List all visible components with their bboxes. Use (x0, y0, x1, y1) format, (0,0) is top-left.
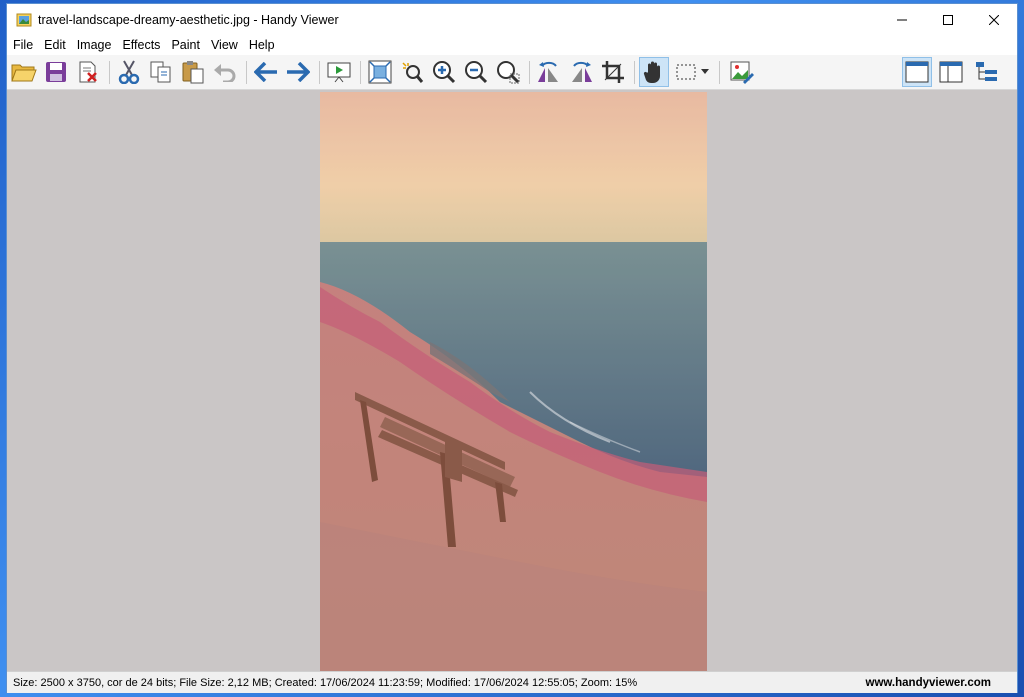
rotate-left-button[interactable] (534, 57, 564, 87)
zoom-out-button[interactable] (461, 57, 491, 87)
status-info: Size: 2500 x 3750, cor de 24 bits; File … (13, 676, 638, 689)
rect-select-icon (676, 64, 695, 80)
minimize-icon (897, 19, 907, 20)
undo-button[interactable] (210, 57, 240, 87)
paste-button[interactable] (178, 57, 208, 87)
crop-button[interactable] (598, 57, 628, 87)
cut-icon (118, 60, 140, 84)
next-arrow-icon (287, 62, 310, 82)
previous-arrow-icon (254, 62, 277, 82)
toolbar-separator (634, 61, 635, 84)
undo-icon (214, 64, 236, 82)
cut-button[interactable] (114, 57, 144, 87)
status-bar: Size: 2500 x 3750, cor de 24 bits; File … (7, 671, 1017, 693)
hand-tool-icon (643, 61, 660, 83)
single-view-icon (905, 61, 929, 83)
menu-help[interactable]: Help (243, 38, 280, 52)
toolbar-separator (246, 61, 247, 84)
save-icon (46, 62, 66, 82)
open-button[interactable] (9, 57, 39, 87)
fit-to-window-button[interactable] (365, 57, 395, 87)
rect-select-button[interactable] (671, 57, 713, 87)
menu-image[interactable]: Image (71, 38, 117, 52)
delete-file-button[interactable] (73, 57, 103, 87)
next-button[interactable] (283, 57, 313, 87)
tree-view-button[interactable] (972, 57, 1002, 87)
toolbar-separator (719, 61, 720, 84)
close-icon (989, 14, 999, 25)
menu-file[interactable]: File (7, 38, 38, 52)
save-button[interactable] (41, 57, 71, 87)
title-bar[interactable]: travel-landscape-dreamy-aesthetic.jpg - … (7, 4, 1017, 35)
single-view-button[interactable] (902, 57, 932, 87)
close-button[interactable] (971, 4, 1017, 35)
open-folder-icon (11, 64, 37, 82)
paste-icon (182, 61, 204, 84)
displayed-image (320, 92, 707, 671)
window-title: travel-landscape-dreamy-aesthetic.jpg - … (38, 12, 339, 27)
zoom-reset-button[interactable] (493, 57, 523, 87)
browser-view-button[interactable] (936, 57, 966, 87)
toolbar-separator (319, 61, 320, 84)
zoom-out-icon (465, 61, 488, 84)
website-link[interactable]: www.handyviewer.com (866, 677, 1017, 689)
toolbar (7, 55, 1017, 90)
copy-button[interactable] (146, 57, 176, 87)
minimize-button[interactable] (879, 4, 925, 35)
slideshow-button[interactable] (324, 57, 354, 87)
app-icon (16, 13, 32, 26)
chevron-down-icon (700, 69, 709, 74)
zoom-selection-icon (402, 62, 424, 83)
edit-image-button[interactable] (727, 57, 757, 87)
crop-icon (602, 61, 624, 83)
browser-view-icon (939, 61, 963, 83)
hand-tool-button[interactable] (639, 57, 669, 87)
zoom-in-button[interactable] (429, 57, 459, 87)
zoom-in-icon (433, 61, 456, 84)
toolbar-separator (109, 61, 110, 84)
maximize-icon (943, 14, 953, 25)
menu-edit[interactable]: Edit (38, 38, 71, 52)
rotate-right-icon (572, 61, 592, 82)
rotate-right-button[interactable] (566, 57, 596, 87)
zoom-reset-icon (497, 61, 520, 84)
tree-view-icon (976, 62, 997, 81)
slideshow-icon (327, 62, 351, 83)
menu-effects[interactable]: Effects (116, 38, 165, 52)
app-window: travel-landscape-dreamy-aesthetic.jpg - … (6, 3, 1018, 693)
delete-file-icon (79, 61, 97, 83)
toolbar-separator (360, 61, 361, 84)
edit-image-icon (730, 61, 754, 84)
fit-to-window-icon (368, 60, 392, 84)
image-viewport[interactable] (7, 90, 1017, 671)
copy-icon (150, 61, 171, 83)
previous-button[interactable] (251, 57, 281, 87)
rotate-left-icon (538, 61, 558, 82)
toolbar-separator (529, 61, 530, 84)
maximize-button[interactable] (925, 4, 971, 35)
menu-bar: File Edit Image Effects Paint View Help (7, 35, 1017, 55)
menu-paint[interactable]: Paint (165, 38, 205, 52)
zoom-selection-button[interactable] (397, 57, 427, 87)
menu-view[interactable]: View (205, 38, 243, 52)
